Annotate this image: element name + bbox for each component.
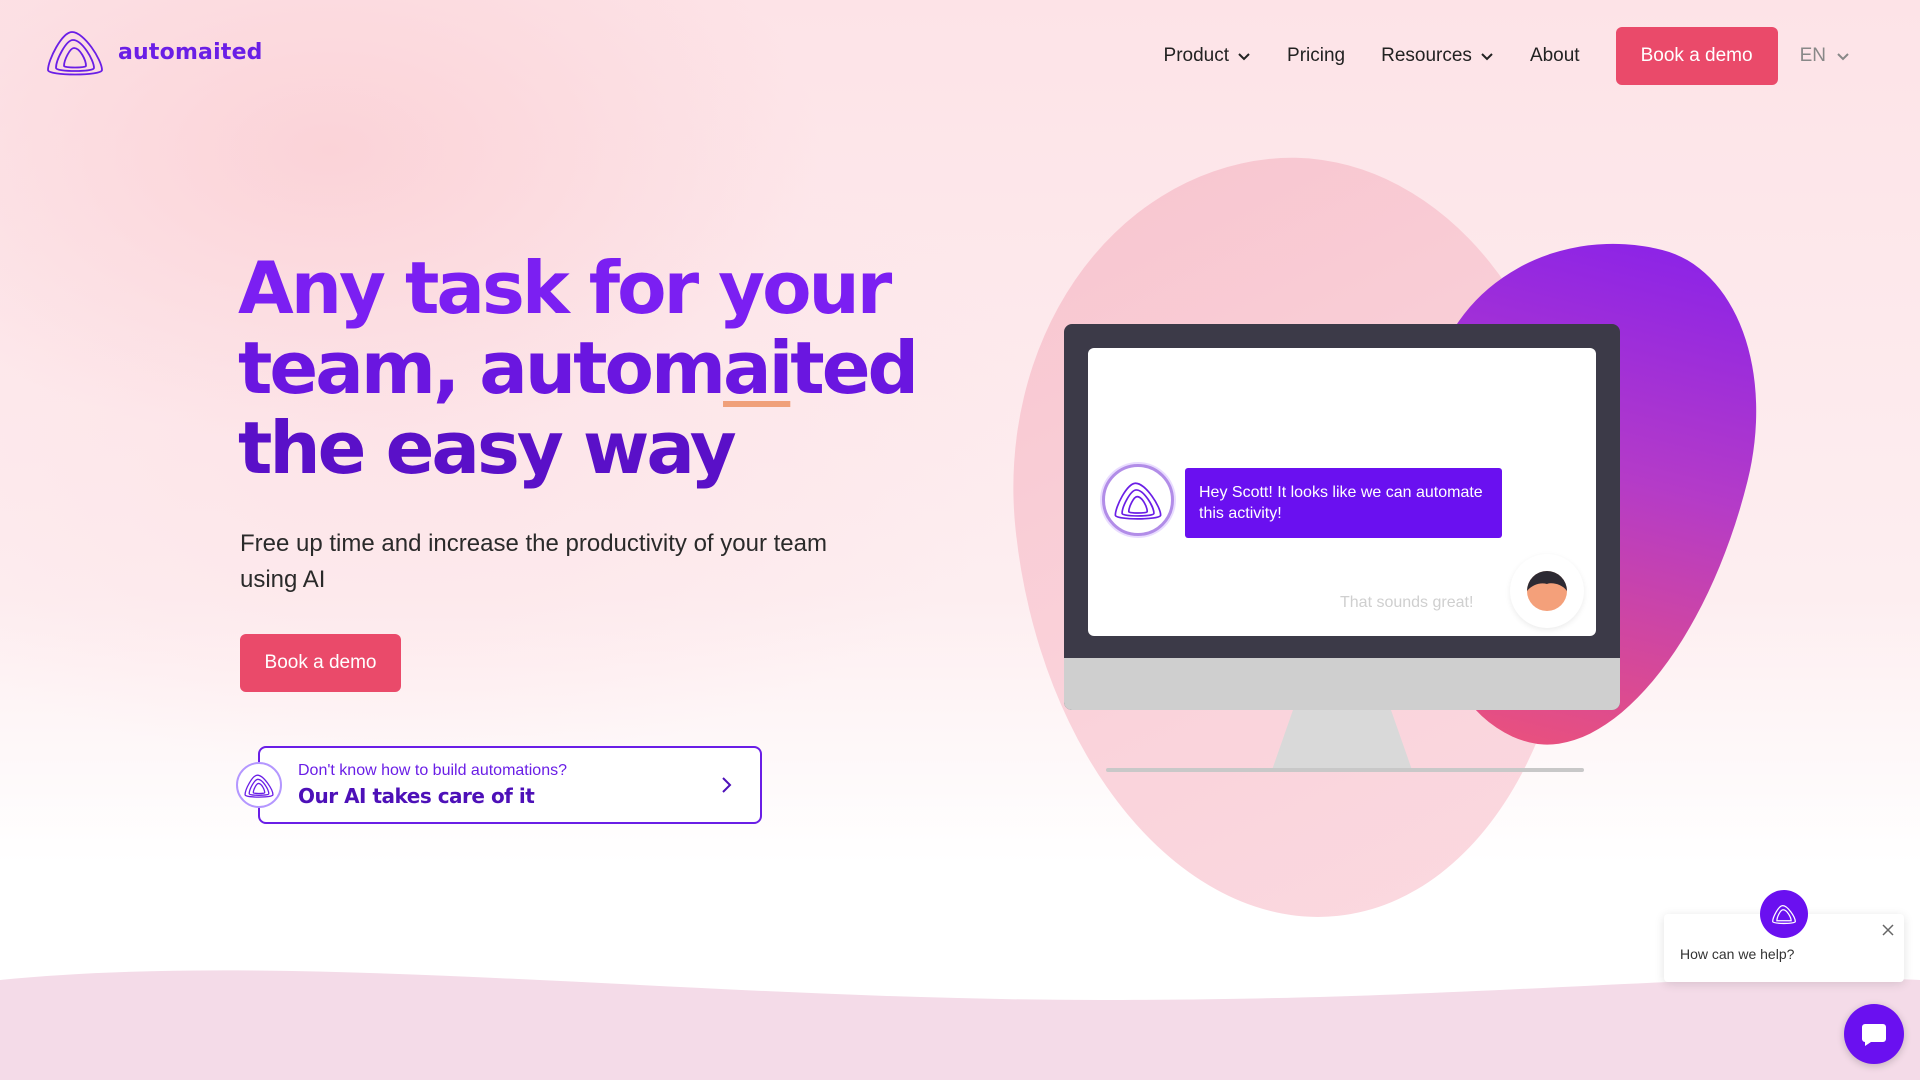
- automaited-logo-icon: [244, 774, 274, 798]
- chat-prompt: How can we help?: [1680, 946, 1795, 962]
- monitor-chin: [1064, 658, 1620, 710]
- chevron-down-icon: [1481, 53, 1493, 61]
- bot-avatar: [1102, 464, 1174, 536]
- nav-item-product[interactable]: Product: [1164, 45, 1251, 67]
- headline-line-2-part-b: ted: [790, 326, 919, 410]
- nav-item-label: About: [1529, 45, 1580, 66]
- hero-subtext: Free up time and increase the productivi…: [240, 530, 827, 593]
- top-nav: Product Pricing Resources About Book a d…: [1128, 27, 1850, 85]
- language-label: EN: [1799, 45, 1826, 66]
- monitor-base: [1106, 768, 1584, 772]
- monitor-stand: [1272, 710, 1412, 770]
- user-avatar: [1510, 554, 1584, 628]
- chat-bubble-icon: [1862, 1024, 1886, 1046]
- language-selector[interactable]: EN: [1800, 45, 1850, 67]
- close-icon[interactable]: [1880, 922, 1896, 938]
- ai-card-question: Don't know how to build automations?: [298, 762, 567, 779]
- automaited-logo-icon: [1114, 482, 1162, 520]
- nav-item-label: Product: [1163, 45, 1230, 66]
- chevron-down-icon: [1238, 53, 1250, 61]
- hero-headline: Any task for your team, automaited the e…: [238, 246, 919, 490]
- nav-item-about[interactable]: About: [1530, 45, 1580, 67]
- hero-book-demo-button[interactable]: Book a demo: [240, 634, 401, 692]
- ai-card-title: Our AI takes care of it: [298, 784, 535, 808]
- monitor-illustration: Hey Scott! It looks like we can automate…: [1064, 324, 1620, 710]
- headline-line-2-part-a: team, autom: [238, 326, 726, 410]
- automaited-logo-icon: [47, 31, 103, 76]
- chat-agent-avatar: [1760, 890, 1808, 938]
- bot-message-bubble: Hey Scott! It looks like we can automate…: [1185, 468, 1502, 538]
- headline-line-3: the easy way: [238, 406, 737, 490]
- brand-logo[interactable]: automaited: [44, 26, 263, 78]
- user-reply-text: That sounds great!: [1340, 594, 1474, 611]
- chevron-down-icon: [1837, 53, 1849, 61]
- chat-launcher-button[interactable]: [1844, 1004, 1904, 1064]
- headline-line-1: Any task for your: [238, 246, 892, 330]
- headline-ai-highlight: ai: [723, 326, 793, 410]
- book-demo-button[interactable]: Book a demo: [1615, 27, 1778, 85]
- person-avatar-icon: [1527, 571, 1567, 611]
- nav-item-pricing[interactable]: Pricing: [1287, 45, 1345, 67]
- brand-name: automaited: [118, 39, 263, 65]
- nav-item-label: Resources: [1381, 45, 1472, 66]
- headline-line-2: team, automaited: [238, 326, 919, 410]
- footer-wave: [0, 970, 1920, 1080]
- chevron-right-icon: [722, 777, 732, 793]
- monitor-screen: Hey Scott! It looks like we can automate…: [1088, 348, 1596, 636]
- ai-help-card[interactable]: Don't know how to build automations? Our…: [258, 746, 762, 824]
- nav-item-resources[interactable]: Resources: [1381, 45, 1494, 67]
- nav-item-label: Pricing: [1287, 45, 1346, 66]
- automaited-logo-icon: [1772, 904, 1796, 925]
- ai-card-avatar: [236, 762, 282, 808]
